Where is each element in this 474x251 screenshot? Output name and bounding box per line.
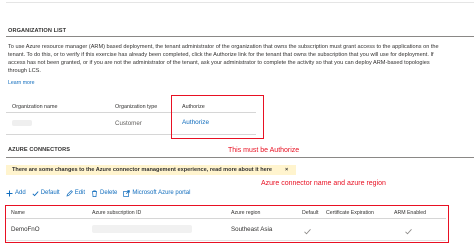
add-label: Add [15, 190, 26, 196]
banner-message: There are some changes to the Azure conn… [12, 167, 259, 173]
trash-icon [91, 189, 98, 197]
learn-more-link[interactable]: Learn more [8, 80, 35, 86]
connector-highlight-box [5, 205, 449, 243]
redacted-organization-name [12, 120, 32, 126]
col-organization-type[interactable]: Organization type [115, 104, 157, 110]
org-section-title: ORGANIZATION LIST [8, 28, 67, 34]
pencil-icon [66, 189, 73, 197]
authorize-annotation: This must be Authorize [228, 147, 300, 154]
authorize-highlight-box [171, 95, 264, 139]
org-section-divider [6, 36, 474, 37]
top-divider [6, 2, 474, 3]
edit-button[interactable]: Edit [66, 189, 86, 197]
connectors-section-divider [6, 157, 474, 158]
banner-text: There are some changes to the Azure conn… [12, 167, 272, 173]
connector-toolbar: Add Default Edit Delete Microsoft Azure … [6, 188, 190, 198]
banner-close-button[interactable]: × [285, 167, 288, 173]
organization-type-cell: Customer [115, 120, 142, 127]
banner-here-link[interactable]: here [260, 167, 272, 173]
connectors-section-title: AZURE CONNECTORS [8, 147, 71, 153]
plus-icon [6, 190, 13, 197]
default-button[interactable]: Default [32, 190, 60, 197]
col-organization-name[interactable]: Organization name [12, 104, 58, 110]
default-label: Default [40, 190, 60, 196]
add-button[interactable]: Add [6, 190, 26, 197]
azure-portal-label: Microsoft Azure portal [132, 190, 191, 196]
org-description: To use Azure resource manager (ARM) base… [8, 44, 439, 74]
checkmark-icon [32, 190, 39, 197]
delete-button[interactable]: Delete [91, 189, 118, 197]
delete-label: Delete [100, 190, 118, 196]
azure-portal-button[interactable]: Microsoft Azure portal [123, 189, 191, 197]
edit-label: Edit [74, 190, 86, 196]
connector-annotation: Azure connector name and azure region [261, 180, 386, 187]
external-link-icon [123, 189, 131, 197]
